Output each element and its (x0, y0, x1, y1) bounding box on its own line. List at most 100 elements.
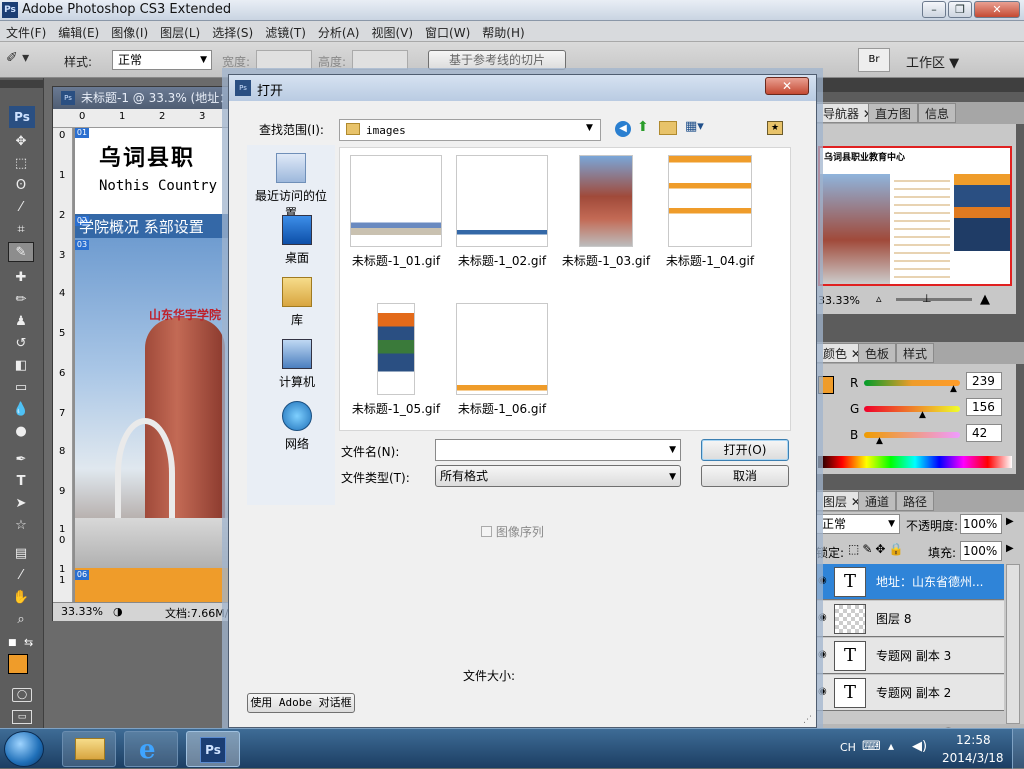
tab-histogram[interactable]: 直方图 (868, 103, 919, 123)
blur-tool-icon[interactable]: 💧 (8, 400, 34, 420)
menu-edit[interactable]: 编辑(E) (52, 21, 105, 44)
foreground-color-swatch[interactable] (8, 654, 28, 674)
menu-select[interactable]: 选择(S) (206, 21, 259, 44)
lock-icons[interactable]: ⬚✎✥🔒 (848, 542, 906, 556)
dodge-tool-icon[interactable]: ● (8, 422, 34, 442)
keyboard-icon[interactable]: ⌨ (862, 739, 881, 754)
layer-row[interactable]: ◉ T 地址：山东省德州... (816, 564, 1004, 600)
type-tool-icon[interactable]: T (8, 472, 34, 492)
path-selection-tool-icon[interactable]: ➤ (8, 494, 34, 514)
place-recent[interactable]: 最近访问的位置 (251, 153, 331, 221)
tab-swatches[interactable]: 色板 (858, 343, 897, 363)
status-menu-icon[interactable]: ◑ (113, 605, 123, 618)
document-canvas[interactable]: 01 乌词县职 Nothis Country 02 学院概况 系部设置 03 山… (75, 128, 231, 602)
place-desktop[interactable]: 桌面 (257, 215, 337, 266)
blue-value-field[interactable]: 42 (966, 424, 1002, 442)
menu-analysis[interactable]: 分析(A) (312, 21, 366, 44)
visibility-eye-icon[interactable]: ◉ (818, 612, 830, 624)
minimize-button[interactable]: – (922, 1, 946, 18)
zoom-out-icon[interactable]: ▵ (876, 292, 882, 305)
tab-channels[interactable]: 通道 (858, 491, 897, 511)
taskbar-ie[interactable]: e (124, 731, 178, 767)
red-slider[interactable] (864, 380, 960, 386)
file-item[interactable]: 未标题-1_01.gif (344, 156, 448, 269)
tab-styles[interactable]: 样式 (896, 343, 935, 363)
eraser-tool-icon[interactable]: ◧ (8, 356, 34, 376)
image-sequence-checkbox[interactable] (481, 526, 492, 537)
notes-tool-icon[interactable]: ▤ (8, 544, 34, 564)
visibility-eye-icon[interactable]: ◉ (818, 575, 830, 587)
gradient-tool-icon[interactable]: ▭ (8, 378, 34, 398)
maximize-button[interactable]: ❐ (948, 1, 972, 18)
color-spectrum-bar[interactable] (818, 456, 1012, 468)
zoom-level[interactable]: 33.33% (61, 605, 103, 618)
menu-window[interactable]: 窗口(W) (419, 21, 476, 44)
slice-tool-preset-icon[interactable]: ✐ ▾ (6, 50, 50, 70)
style-select[interactable]: 正常 ▼ (112, 50, 212, 70)
green-slider[interactable] (864, 406, 960, 412)
file-item[interactable]: 未标题-1_03.gif (554, 156, 658, 269)
color-panel-fg-swatch[interactable] (818, 376, 834, 394)
zoom-in-icon[interactable]: ▲ (980, 292, 990, 307)
slice-tool-icon[interactable]: ✎ (8, 242, 34, 262)
quick-mask-icon[interactable]: ◯ (12, 688, 32, 702)
language-indicator[interactable]: CH (840, 741, 856, 754)
visibility-eye-icon[interactable]: ◉ (818, 686, 830, 698)
zoom-tool-icon[interactable]: ⌕ (8, 610, 34, 630)
clone-stamp-tool-icon[interactable]: ♟ (8, 312, 34, 332)
panel-dock-header[interactable] (816, 78, 1024, 92)
taskbar-photoshop[interactable]: Ps (186, 731, 240, 767)
show-desktop-button[interactable] (1012, 729, 1024, 769)
height-field[interactable] (352, 50, 408, 70)
start-button[interactable] (4, 731, 44, 767)
filename-input[interactable]: ▼ (435, 439, 681, 461)
green-slider-thumb[interactable]: ▲ (919, 410, 926, 420)
green-value-field[interactable]: 156 (966, 398, 1002, 416)
clock-date[interactable]: 2014/3/18 (942, 751, 1004, 765)
brush-tool-icon[interactable]: ✏ (8, 290, 34, 310)
marquee-tool-icon[interactable]: ⬚ (8, 154, 34, 174)
navigator-zoom-thumb[interactable]: ⊥ (922, 292, 932, 305)
place-libraries[interactable]: 库 (257, 277, 337, 328)
look-in-select[interactable]: images ▼ (339, 119, 601, 141)
hand-tool-icon[interactable]: ✋ (8, 588, 34, 608)
menu-view[interactable]: 视图(V) (365, 21, 419, 44)
dialog-close-button[interactable]: ✕ (765, 77, 809, 95)
toolbox-grip[interactable] (0, 80, 44, 88)
pen-tool-icon[interactable]: ✒ (8, 450, 34, 470)
filetype-select[interactable]: 所有格式 ▼ (435, 465, 681, 487)
open-button[interactable]: 打开(O) (701, 439, 789, 461)
place-network[interactable]: 网络 (257, 401, 337, 452)
width-field[interactable] (256, 50, 312, 70)
history-brush-tool-icon[interactable]: ↺ (8, 334, 34, 354)
crop-tool-icon[interactable]: ⌗ (8, 220, 34, 240)
layer-row[interactable]: ◉ 图层 8 (816, 601, 1004, 637)
opacity-field[interactable]: 100% (960, 514, 1002, 534)
use-adobe-dialog-button[interactable]: 使用 Adobe 对话框 (247, 693, 355, 713)
opacity-arrow-icon[interactable]: ▶ (1006, 516, 1014, 527)
up-folder-icon[interactable]: ⬆ (637, 119, 649, 135)
swap-colors-icon[interactable]: ⇆ (24, 636, 33, 649)
red-slider-thumb[interactable]: ▲ (950, 384, 957, 394)
red-value-field[interactable]: 239 (966, 372, 1002, 390)
slices-from-guides-button[interactable]: 基于参考线的切片 (428, 50, 566, 70)
cancel-button[interactable]: 取消 (701, 465, 789, 487)
navigator-zoom-slider[interactable] (896, 298, 972, 301)
favorites-folder-icon[interactable]: ★ (767, 121, 783, 135)
healing-brush-tool-icon[interactable]: ✚ (8, 268, 34, 288)
menu-layer[interactable]: 图层(L) (154, 21, 206, 44)
shape-tool-icon[interactable]: ☆ (8, 516, 34, 536)
resize-grip-icon[interactable]: ⋰ (803, 715, 812, 725)
file-item[interactable]: 未标题-1_05.gif (344, 304, 448, 417)
navigator-preview[interactable]: 乌词县职业教育中心 (818, 146, 1012, 286)
bridge-icon[interactable]: Br (858, 48, 890, 72)
default-colors-icon[interactable]: ■ (8, 638, 18, 648)
navigator-zoom[interactable]: 33.33% (818, 294, 860, 307)
view-menu-icon[interactable]: ▦▾ (685, 119, 704, 134)
tray-expand-icon[interactable]: ▴ (888, 739, 894, 753)
layers-scrollbar[interactable] (1006, 564, 1020, 724)
image-sequence-option[interactable]: 图像序列 (481, 523, 544, 540)
lasso-tool-icon[interactable]: ʘ (8, 176, 34, 196)
document-tab[interactable]: Ps 未标题-1 @ 33.3% (地址： (53, 87, 233, 109)
close-app-button[interactable]: ✕ (974, 1, 1020, 18)
